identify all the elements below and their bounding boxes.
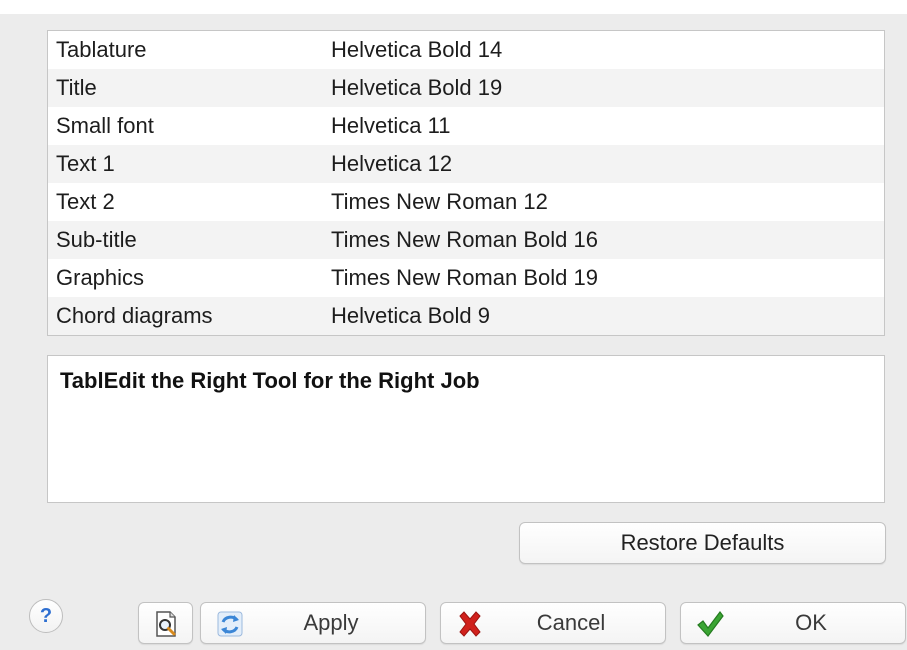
font-row-value: Times New Roman 12 [331,189,548,214]
ok-button[interactable]: OK [680,602,906,644]
font-row-text-2[interactable]: Text 2 Times New Roman 12 [48,183,884,221]
help-icon: ? [39,604,53,627]
font-row-text-1[interactable]: Text 1 Helvetica 12 [48,145,884,183]
font-preview-box: TablEdit the Right Tool for the Right Jo… [47,355,885,503]
apply-label: Apply [303,610,359,635]
font-row-value: Times New Roman Bold 19 [331,265,598,290]
top-strip [0,0,907,14]
print-preview-button[interactable] [138,602,193,644]
font-row-value: Times New Roman Bold 16 [331,227,598,252]
font-row-name: Graphics [56,265,145,290]
font-row-name: Chord diagrams [56,303,213,328]
restore-defaults-button[interactable]: Restore Defaults [519,522,886,564]
font-row-name: Text 1 [56,151,115,176]
font-row-small-font[interactable]: Small font Helvetica 11 [48,107,884,145]
font-row-name: Text 2 [56,189,115,214]
apply-button[interactable]: Apply [200,602,426,644]
font-row-title[interactable]: Title Helvetica Bold 19 [48,69,884,107]
cancel-label: Cancel [536,610,606,635]
font-row-sub-title[interactable]: Sub-title Times New Roman Bold 16 [48,221,884,259]
cancel-button[interactable]: Cancel [440,602,666,644]
font-row-name: Sub-title [56,227,137,252]
font-row-chord-diagrams[interactable]: Chord diagrams Helvetica Bold 9 [48,297,884,335]
help-button[interactable]: ? [29,599,63,633]
font-row-value: Helvetica Bold 9 [331,303,490,328]
page-magnifier-icon [156,611,176,637]
restore-defaults-label: Restore Defaults [620,530,785,555]
font-preview-text: TablEdit the Right Tool for the Right Jo… [60,368,480,393]
font-list[interactable]: Tablature Helvetica Bold 14 Title Helvet… [47,30,885,336]
ok-label: OK [795,610,827,635]
font-row-value: Helvetica 12 [331,151,453,176]
font-row-name: Title [56,75,97,100]
font-row-tablature[interactable]: Tablature Helvetica Bold 14 [48,31,884,69]
font-row-value: Helvetica Bold 14 [331,37,503,62]
font-row-name: Small font [56,113,154,138]
font-row-value: Helvetica Bold 19 [331,75,503,100]
font-row-graphics[interactable]: Graphics Times New Roman Bold 19 [48,259,884,297]
font-row-value: Helvetica 11 [331,113,451,138]
font-row-name: Tablature [56,37,147,62]
